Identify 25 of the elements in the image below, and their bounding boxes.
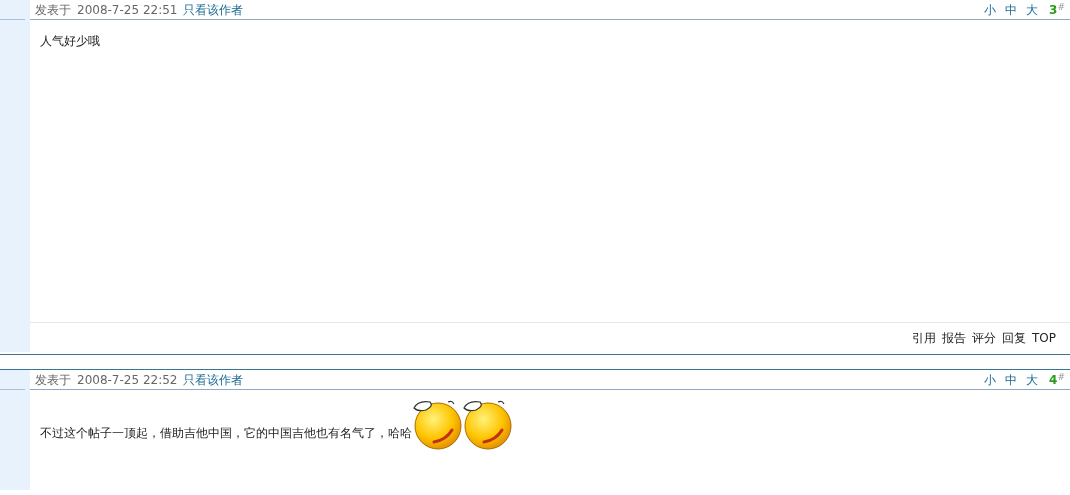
font-size-link[interactable]: 大 [1026,370,1039,389]
floor-number: 3 [1049,1,1058,19]
font-size-link[interactable]: 小 [984,0,997,19]
post-action-link[interactable]: 评分 [972,328,996,347]
emoticon-icon [412,398,462,450]
post-body: 不过这个帖子一顶起，借助吉他中国，它的中国吉他也有名气了，哈哈 [40,425,412,442]
floor-mark: # [1057,371,1065,382]
floor-mark: # [1057,1,1065,12]
post-action-link[interactable]: TOP [1032,328,1056,347]
floor-number: 4 [1049,371,1058,389]
author-only-link[interactable]: 只看该作者 [182,0,243,19]
post-action-link[interactable]: 报告 [942,328,966,347]
post-body: 人气好少哦 [40,34,100,48]
emoticon-icon [462,398,512,450]
font-size-link[interactable]: 大 [1026,0,1039,19]
post-time: 2008-7-25 22:51 [77,1,178,19]
post-time: 2008-7-25 22:52 [77,371,178,389]
posted-label: 发表于 [35,371,71,389]
author-only-link[interactable]: 只看该作者 [182,370,243,389]
posted-label: 发表于 [35,1,71,19]
font-size-link[interactable]: 小 [984,370,997,389]
post-action-link[interactable]: 回复 [1002,328,1026,347]
post-action-link[interactable]: 引用 [912,328,936,347]
font-size-link[interactable]: 中 [1005,0,1018,19]
font-size-link[interactable]: 中 [1005,370,1018,389]
